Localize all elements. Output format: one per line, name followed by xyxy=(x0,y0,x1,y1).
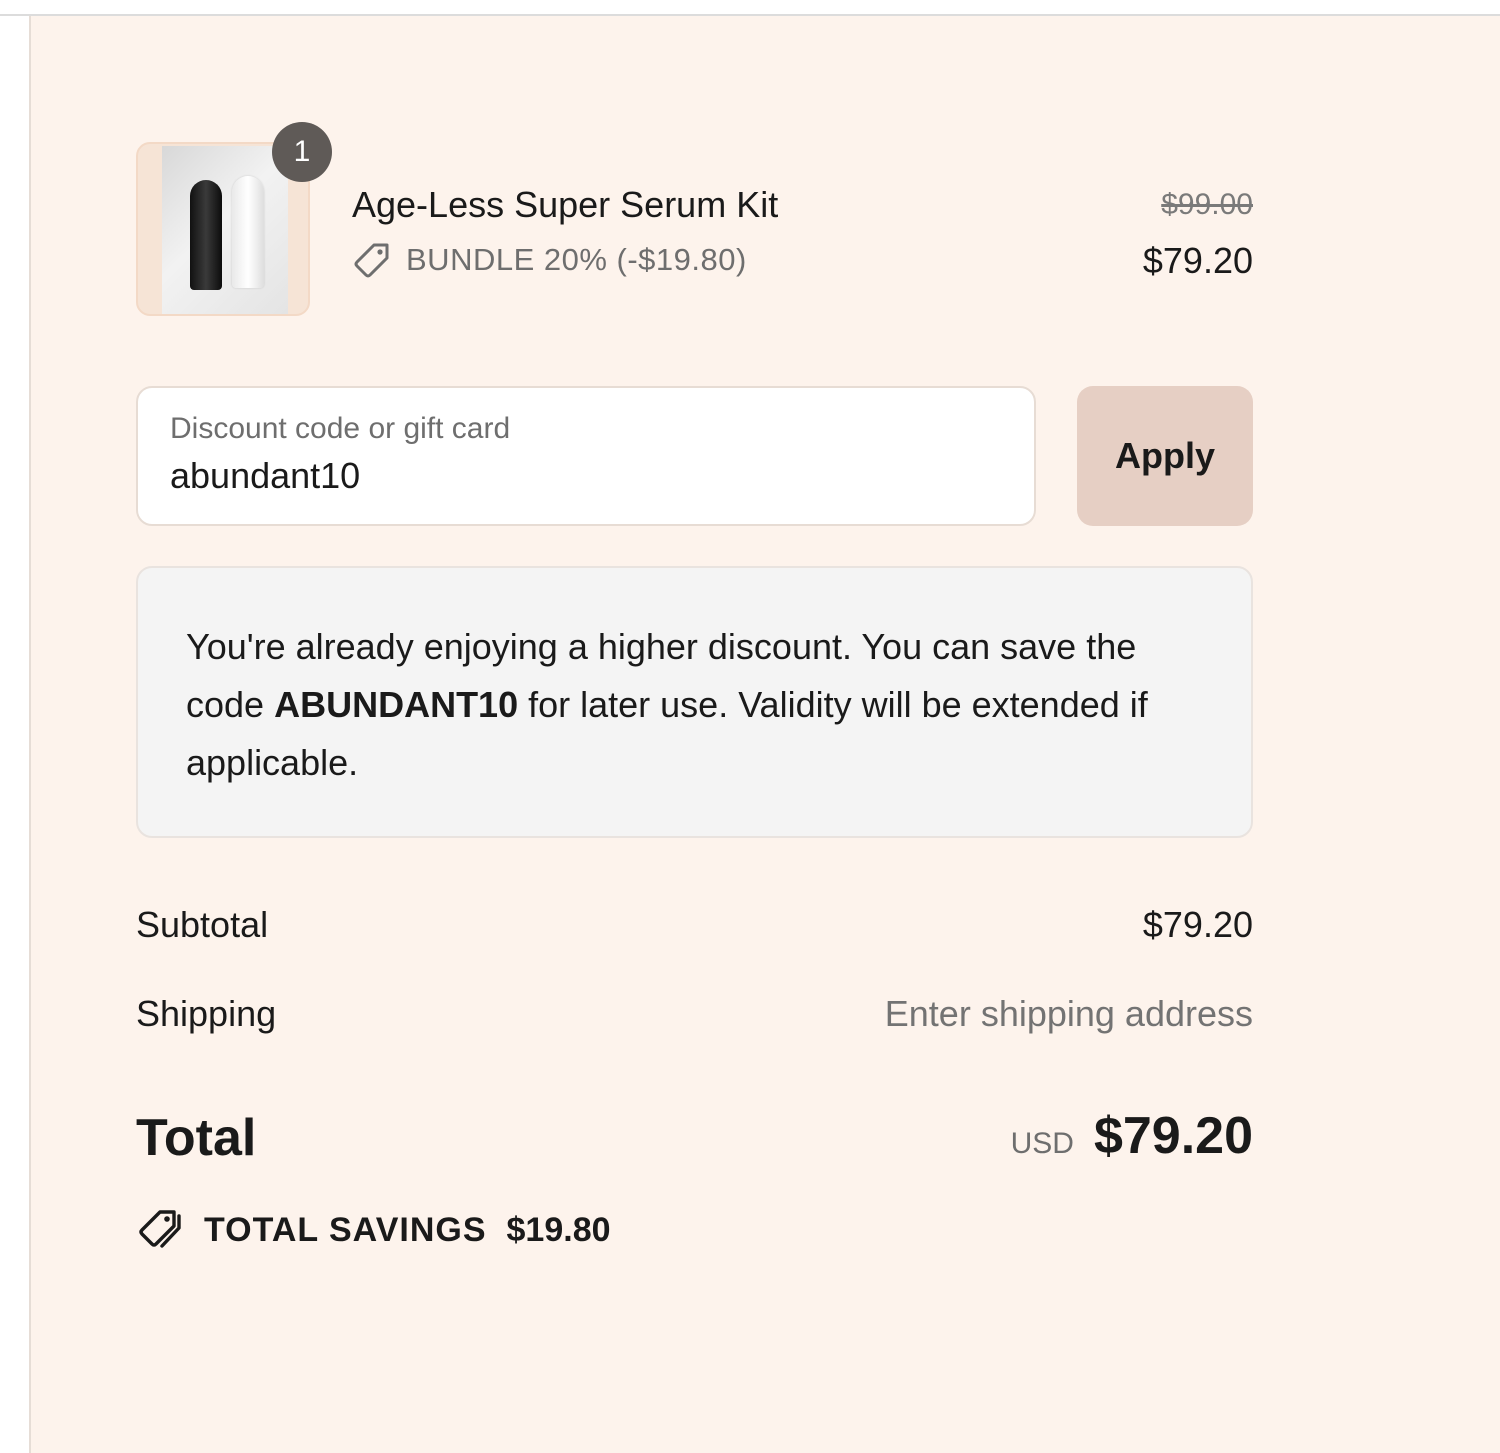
total-value: $79.20 xyxy=(1093,1107,1253,1165)
discount-field-label: Discount code or gift card xyxy=(170,412,511,445)
original-price: $99.00 xyxy=(1161,188,1253,221)
total-label: Total xyxy=(136,1109,257,1167)
notice-code: ABUNDANT10 xyxy=(274,684,519,725)
total-currency: USD xyxy=(1010,1127,1074,1160)
total-savings: TOTAL SAVINGS $19.80 xyxy=(136,1206,611,1254)
bundle-discount-text: BUNDLE 20% (-$19.80) xyxy=(406,242,747,277)
discount-field[interactable]: Discount code or gift card xyxy=(136,386,1036,526)
dark-bottle-image xyxy=(190,180,222,290)
bundle-discount: BUNDLE 20% (-$19.80) xyxy=(352,240,747,280)
light-bottle-image xyxy=(232,176,264,288)
checkout-page: 1 Age-Less Super Serum Kit BUNDLE 20% (-… xyxy=(0,0,1500,1453)
total-savings-value: $19.80 xyxy=(506,1210,611,1249)
notice-text: You're already enjoying a higher discoun… xyxy=(186,618,1203,792)
quantity-badge: 1 xyxy=(272,122,332,182)
tags-icon xyxy=(139,1210,181,1248)
subtotal-value: $79.20 xyxy=(1142,904,1253,945)
shipping-value: Enter shipping address xyxy=(884,993,1253,1034)
apply-button[interactable]: Apply xyxy=(1077,386,1253,526)
discount-notice: You're already enjoying a higher discoun… xyxy=(136,566,1253,838)
total-amount: USD $79.20 xyxy=(1011,1106,1253,1166)
total-savings-label: TOTAL SAVINGS xyxy=(204,1210,487,1249)
discount-code-input[interactable] xyxy=(168,454,992,498)
product-image xyxy=(162,146,288,314)
shipping-label: Shipping xyxy=(136,993,277,1034)
tag-icon xyxy=(354,243,389,278)
product-title: Age-Less Super Serum Kit xyxy=(352,184,779,225)
subtotal-label: Subtotal xyxy=(136,904,269,945)
current-price: $79.20 xyxy=(1142,240,1253,281)
product-thumbnail: 1 xyxy=(136,122,332,316)
